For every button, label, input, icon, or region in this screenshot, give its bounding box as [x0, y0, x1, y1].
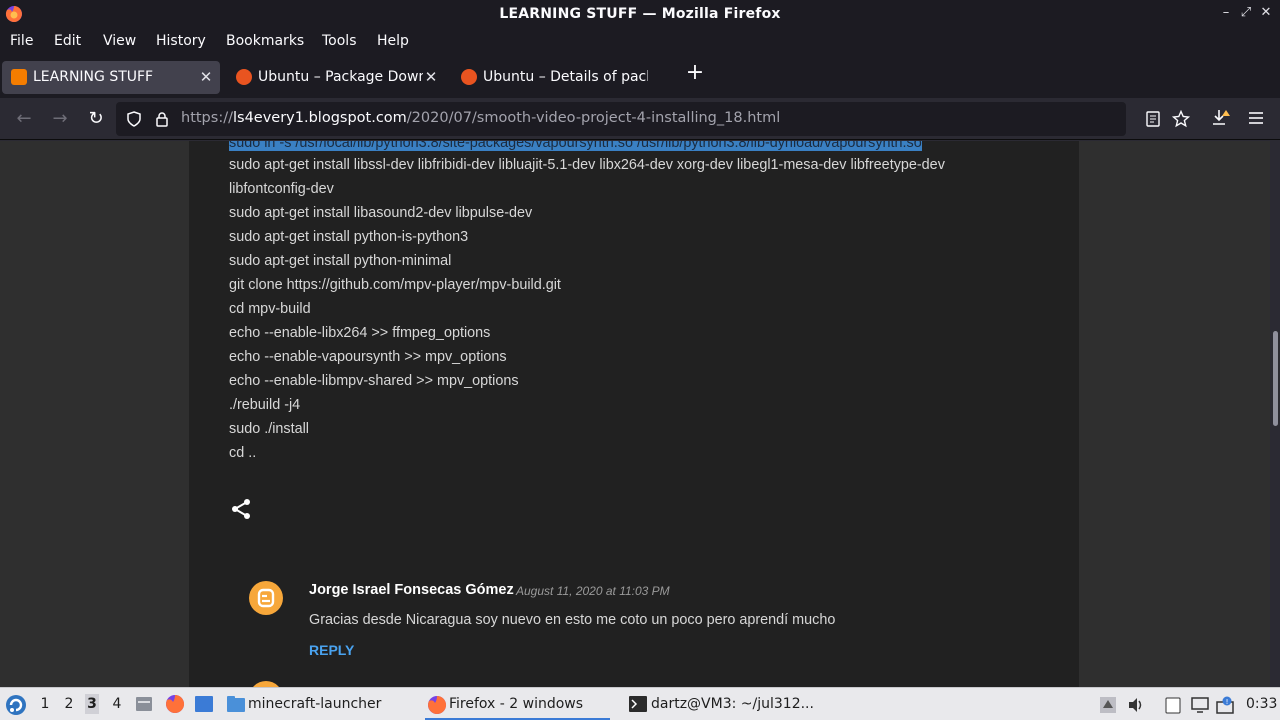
navigation-bar: ← → ↻ https://ls4every1.blogspot.com/202…: [0, 98, 1280, 140]
menu-bar: File Edit View History Bookmarks Tools H…: [0, 29, 1280, 57]
workspace-3[interactable]: 3: [85, 694, 99, 714]
taskbar: 1 2 3 4 minecraft-launcher Firefox - 2 w…: [0, 687, 1280, 720]
scrollbar[interactable]: [1270, 141, 1280, 687]
lock-icon[interactable]: [154, 111, 170, 127]
reply-button[interactable]: REPLY: [309, 642, 354, 658]
bookmark-star-icon[interactable]: [1172, 110, 1190, 128]
ubuntu-icon: [461, 69, 477, 85]
task-terminal[interactable]: dartz@VM3: ~/jul312...: [627, 690, 822, 720]
menu-help[interactable]: Help: [377, 33, 409, 49]
workspace-1[interactable]: 1: [38, 696, 52, 712]
network-info-icon[interactable]: !: [1216, 696, 1234, 714]
blogger-icon: [257, 588, 275, 608]
task-label: minecraft-launcher: [248, 696, 382, 712]
file-manager-icon[interactable]: [135, 695, 153, 713]
restore-icon[interactable]: ⤢: [1237, 4, 1255, 22]
tab-ubuntu-package-download[interactable]: Ubuntu – Package Download ✕: [227, 61, 445, 94]
back-icon[interactable]: ←: [13, 108, 35, 130]
menu-history[interactable]: History: [156, 33, 206, 49]
reader-view-icon[interactable]: [1145, 111, 1161, 127]
code-line: libfontconfig-dev: [229, 181, 334, 197]
firefox-launcher-icon[interactable]: [165, 694, 185, 714]
tab-learning-stuff[interactable]: LEARNING STUFF ✕: [2, 61, 220, 94]
menu-file[interactable]: File: [10, 33, 33, 49]
task-label: dartz@VM3: ~/jul312...: [651, 696, 814, 712]
shield-icon[interactable]: [126, 111, 142, 127]
menu-bookmarks[interactable]: Bookmarks: [226, 33, 304, 49]
code-line: echo --enable-libx264 >> ffmpeg_options: [229, 325, 491, 341]
network-upload-icon[interactable]: [1099, 696, 1117, 714]
code-line: sudo ./install: [229, 421, 309, 437]
comment-date[interactable]: August 11, 2020 at 11:03 PM: [516, 584, 670, 598]
menu-view[interactable]: View: [103, 33, 136, 49]
start-menu-icon[interactable]: [5, 694, 27, 716]
clipboard-icon[interactable]: [1164, 696, 1182, 714]
tab-ubuntu-details-of-package[interactable]: Ubuntu – Details of package: [452, 61, 670, 94]
tab-label: Ubuntu – Package Download: [258, 69, 423, 85]
blog-article: sudo ln -s /usr/local/lib/python3.8/site…: [189, 141, 1079, 687]
scrollbar-thumb[interactable]: [1273, 331, 1278, 426]
tab-label: LEARNING STUFF: [33, 69, 154, 85]
close-window-icon[interactable]: ✕: [1257, 4, 1275, 22]
tab-label: Ubuntu – Details of package: [483, 69, 648, 85]
downloads-icon[interactable]: [1211, 108, 1231, 128]
firefox-icon: [428, 695, 447, 714]
task-firefox[interactable]: Firefox - 2 windows: [425, 690, 610, 720]
code-line: ./rebuild -j4: [229, 397, 301, 413]
display-icon[interactable]: [1191, 696, 1209, 714]
code-line: sudo apt-get install python-is-python3: [229, 229, 469, 245]
code-line: git clone https://github.com/mpv-player/…: [229, 277, 561, 293]
minimize-icon[interactable]: –: [1217, 4, 1235, 22]
workspace-2[interactable]: 2: [62, 696, 76, 712]
blogger-icon: [11, 69, 27, 85]
hamburger-menu-icon[interactable]: [1248, 110, 1264, 126]
tab-strip: LEARNING STUFF ✕ Ubuntu – Package Downlo…: [0, 57, 1280, 98]
clock[interactable]: 0:33: [1246, 696, 1277, 712]
desktop-icon[interactable]: [194, 695, 214, 713]
code-line: cd ..: [229, 445, 257, 461]
code-line: echo --enable-vapoursynth >> mpv_options: [229, 349, 507, 365]
terminal-icon: [629, 696, 647, 712]
reload-icon[interactable]: ↻: [85, 108, 107, 130]
avatar: [249, 581, 283, 615]
comment-author[interactable]: Jorge Israel Fonsecas Gómez: [309, 582, 514, 598]
code-line: sudo ln -s /usr/local/lib/python3.8/site…: [229, 141, 922, 151]
code-line: sudo apt-get install libssl-dev libfribi…: [229, 157, 945, 173]
url-bar[interactable]: https://ls4every1.blogspot.com/2020/07/s…: [116, 102, 1160, 136]
share-icon[interactable]: [229, 497, 253, 521]
close-tab-icon[interactable]: ✕: [198, 68, 214, 86]
menu-tools[interactable]: Tools: [322, 33, 357, 49]
folder-icon: [227, 696, 245, 712]
code-line: echo --enable-libmpv-shared >> mpv_optio…: [229, 373, 519, 389]
code-line: sudo apt-get install libasound2-dev libp…: [229, 205, 533, 221]
web-page: sudo ln -s /usr/local/lib/python3.8/site…: [0, 141, 1270, 687]
title-bar: LEARNING STUFF — Mozilla Firefox – ⤢ ✕: [0, 0, 1280, 29]
selected-text: sudo ln -s /usr/local/lib/python3.8/site…: [229, 141, 922, 151]
comment-text: Gracias desde Nicaragua soy nuevo en est…: [309, 612, 836, 628]
workspace-4[interactable]: 4: [110, 696, 124, 712]
new-tab-icon[interactable]: +: [684, 62, 706, 84]
task-minecraft-launcher[interactable]: minecraft-launcher: [224, 690, 409, 720]
menu-edit[interactable]: Edit: [54, 33, 81, 49]
volume-icon[interactable]: [1127, 696, 1145, 714]
ubuntu-icon: [236, 69, 252, 85]
close-tab-icon[interactable]: ✕: [423, 68, 439, 86]
window-title: LEARNING STUFF — Mozilla Firefox: [499, 6, 781, 22]
forward-icon[interactable]: →: [49, 108, 71, 130]
svg-text:!: !: [1226, 698, 1229, 706]
code-line: cd mpv-build: [229, 301, 311, 317]
task-label: Firefox - 2 windows: [449, 696, 584, 712]
url-text[interactable]: https://ls4every1.blogspot.com/2020/07/s…: [181, 110, 780, 126]
code-line: sudo apt-get install python-minimal: [229, 253, 452, 269]
